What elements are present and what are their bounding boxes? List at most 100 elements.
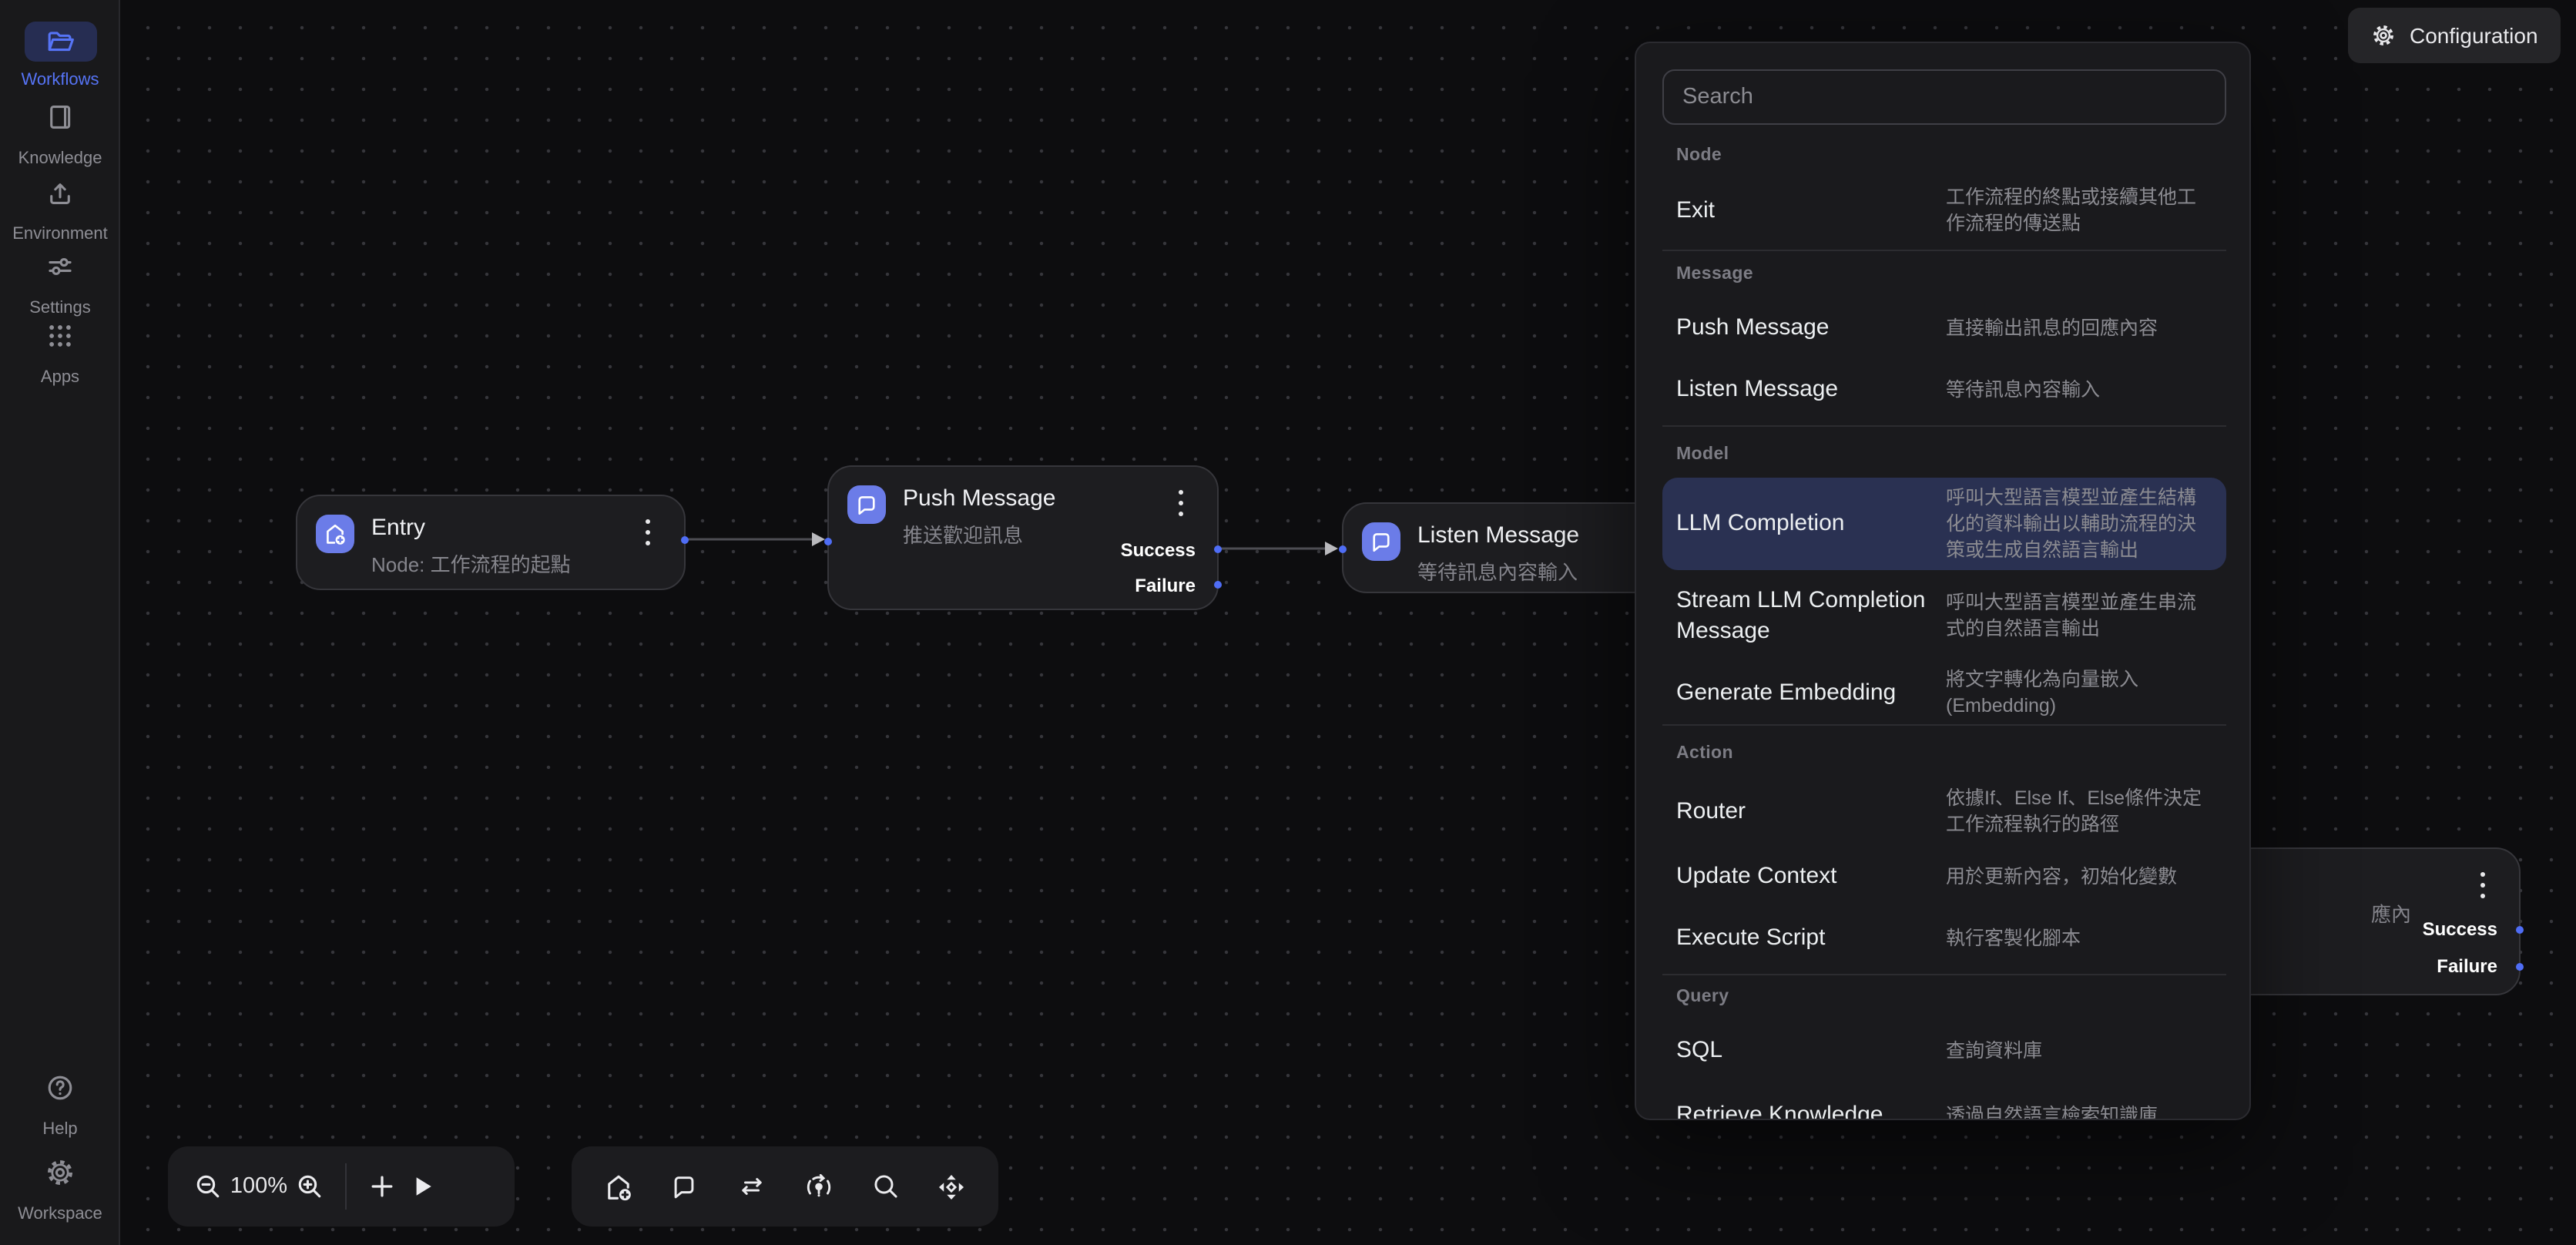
add-entry-node-button[interactable] xyxy=(598,1166,638,1206)
catalog-item-exit[interactable]: Exit 工作流程的終點或接續其他工作流程的傳送點 xyxy=(1662,176,2226,247)
pan-mode-button[interactable] xyxy=(932,1166,972,1206)
sidebar-item-workflows[interactable]: Workflows xyxy=(0,22,120,89)
folder-open-icon xyxy=(45,26,75,57)
node-subtitle-fragment: 應內 xyxy=(2371,898,2411,928)
configuration-label: Configuration xyxy=(2410,23,2538,48)
sliders-icon xyxy=(45,251,75,282)
catalog-item-title: LLM Completion xyxy=(1662,508,1946,539)
catalog-item-title: Exit xyxy=(1662,196,1946,227)
search-canvas-button[interactable] xyxy=(865,1166,905,1206)
swap-connections-button[interactable] xyxy=(732,1166,772,1206)
sidebar-item-help[interactable]: Help xyxy=(0,1072,120,1139)
edge-arrowhead xyxy=(1325,542,1338,555)
catalog-item-desc: 呼叫大型語言模型並產生結構化的資料輸出以輔助流程的決策或生成自然語言輸出 xyxy=(1946,485,2226,563)
port-label-failure: Failure xyxy=(2437,954,2497,978)
search-icon xyxy=(870,1171,901,1202)
catalog-item-push-message[interactable]: Push Message 直接輸出訊息的回應內容 xyxy=(1662,296,2226,361)
sidebar-item-label: Knowledge xyxy=(0,149,120,168)
zoom-out-button[interactable] xyxy=(188,1166,228,1206)
edge-arrowhead xyxy=(812,532,825,546)
port-label-success: Success xyxy=(2423,917,2497,941)
toolbar-divider xyxy=(345,1163,347,1210)
sidebar-item-knowledge[interactable]: Knowledge xyxy=(0,102,120,168)
sidebar-item-label: Help xyxy=(0,1120,120,1139)
catalog-item-desc: 執行客製化腳本 xyxy=(1946,925,2226,951)
locate-pin-icon xyxy=(802,1170,834,1203)
catalog-item-sql[interactable]: SQL 查詢資料庫 xyxy=(1662,1020,2226,1082)
chat-bubble-icon xyxy=(1362,522,1400,561)
gear-icon xyxy=(2371,23,2396,48)
node-title: Push Message xyxy=(903,485,1055,512)
catalog-item-desc: 依據If、Else If、Else條件決定工作流程執行的路徑 xyxy=(1946,786,2226,838)
port-label-success: Success xyxy=(1121,538,1196,562)
zoom-level[interactable]: 100% xyxy=(228,1174,290,1199)
panel-divider xyxy=(1662,724,2226,726)
panel-divider xyxy=(1662,974,2226,975)
node-menu-kebab-icon[interactable] xyxy=(2477,869,2488,901)
sidebar-item-apps[interactable]: Apps xyxy=(0,320,120,387)
output-port-failure[interactable] xyxy=(1214,581,1222,589)
input-port[interactable] xyxy=(824,538,832,545)
output-port-success[interactable] xyxy=(2516,926,2524,934)
comment-button[interactable] xyxy=(665,1166,705,1206)
sidebar-item-environment[interactable]: Environment xyxy=(0,177,120,243)
help-circle-icon xyxy=(45,1072,75,1103)
section-header-message: Message xyxy=(1676,265,1753,284)
catalog-item-title: SQL xyxy=(1662,1035,1946,1066)
node-push-message[interactable]: Push Message 推送歡迎訊息 Success Failure xyxy=(827,465,1219,610)
sidebar-item-label: Environment xyxy=(0,225,120,243)
catalog-item-listen-message[interactable]: Listen Message 等待訊息內容輸入 xyxy=(1662,357,2226,422)
input-port[interactable] xyxy=(1339,545,1347,553)
node-title: Listen Message xyxy=(1417,522,1579,549)
catalog-item-desc: 查詢資料庫 xyxy=(1946,1038,2226,1064)
gear-icon xyxy=(45,1157,75,1188)
sidebar-item-settings[interactable]: Settings xyxy=(0,251,120,317)
catalog-item-generate-embedding[interactable]: Generate Embedding 將文字轉化為向量嵌入(Embedding) xyxy=(1662,659,2226,727)
node-menu-kebab-icon[interactable] xyxy=(1176,487,1186,519)
catalog-item-llm-completion[interactable]: LLM Completion 呼叫大型語言模型並產生結構化的資料輸出以輔助流程的… xyxy=(1662,478,2226,570)
catalog-item-desc: 等待訊息內容輸入 xyxy=(1946,377,2226,403)
app-window: Entry Node: 工作流程的起點 Push Message 推送歡迎訊息 … xyxy=(0,0,2576,1245)
output-port[interactable] xyxy=(681,536,689,544)
catalog-item-retrieve-knowledge[interactable]: Retrieve Knowledge 透過自然語言檢索知識庫 xyxy=(1662,1085,2226,1120)
upload-icon xyxy=(45,177,75,208)
node-catalog-panel: Node Exit 工作流程的終點或接續其他工作流程的傳送點 Message P… xyxy=(1635,42,2251,1120)
sidebar-item-label: Settings xyxy=(0,299,120,317)
catalog-item-router[interactable]: Router 依據If、Else If、Else條件決定工作流程執行的路徑 xyxy=(1662,775,2226,849)
swap-arrows-icon xyxy=(736,1171,767,1202)
zoom-in-button[interactable] xyxy=(290,1166,330,1206)
chat-bubble-icon xyxy=(847,485,886,524)
sidebar-item-label: Workspace xyxy=(0,1205,120,1223)
sidebar-item-label: Apps xyxy=(0,368,120,387)
book-icon xyxy=(45,102,75,133)
output-port-failure[interactable] xyxy=(2516,963,2524,971)
canvas-zoom-toolbar: 100% xyxy=(168,1146,515,1227)
node-entry[interactable]: Entry Node: 工作流程的起點 xyxy=(296,495,686,590)
node-subtitle: 推送歡迎訊息 xyxy=(903,519,1023,549)
output-port-success[interactable] xyxy=(1214,545,1222,553)
section-header-node: Node xyxy=(1676,146,1722,165)
catalog-item-desc: 將文字轉化為向量嵌入(Embedding) xyxy=(1946,667,2226,720)
locate-node-button[interactable] xyxy=(798,1166,838,1206)
catalog-item-title: Retrieve Knowledge xyxy=(1662,1100,1946,1120)
catalog-item-update-context[interactable]: Update Context 用於更新內容，初始化變數 xyxy=(1662,846,2226,908)
catalog-item-desc: 透過自然語言檢索知識庫 xyxy=(1946,1102,2226,1120)
add-node-button[interactable] xyxy=(362,1166,402,1206)
catalog-item-title: Push Message xyxy=(1662,313,1946,344)
panel-divider xyxy=(1662,425,2226,427)
search-input[interactable] xyxy=(1662,69,2226,125)
node-subtitle: 等待訊息內容輸入 xyxy=(1417,556,1578,586)
catalog-item-title: Router xyxy=(1662,797,1946,827)
sidebar-item-label: Workflows xyxy=(0,71,120,89)
catalog-item-desc: 直接輸出訊息的回應內容 xyxy=(1946,315,2226,341)
sidebar-item-workspace[interactable]: Workspace xyxy=(0,1157,120,1223)
chat-bubble-icon xyxy=(669,1171,700,1202)
configuration-button[interactable]: Configuration xyxy=(2348,8,2561,63)
sidebar: Workflows Knowledge Environment xyxy=(0,0,120,1245)
node-menu-kebab-icon[interactable] xyxy=(642,516,653,549)
catalog-item-execute-script[interactable]: Execute Script 執行客製化腳本 xyxy=(1662,908,2226,969)
catalog-item-stream-llm-completion-message[interactable]: Stream LLM Completion Message 呼叫大型語言模型並產… xyxy=(1662,576,2226,656)
catalog-item-title: Generate Embedding xyxy=(1662,678,1946,709)
run-workflow-button[interactable] xyxy=(402,1166,442,1206)
canvas-tools-toolbar xyxy=(572,1146,998,1227)
